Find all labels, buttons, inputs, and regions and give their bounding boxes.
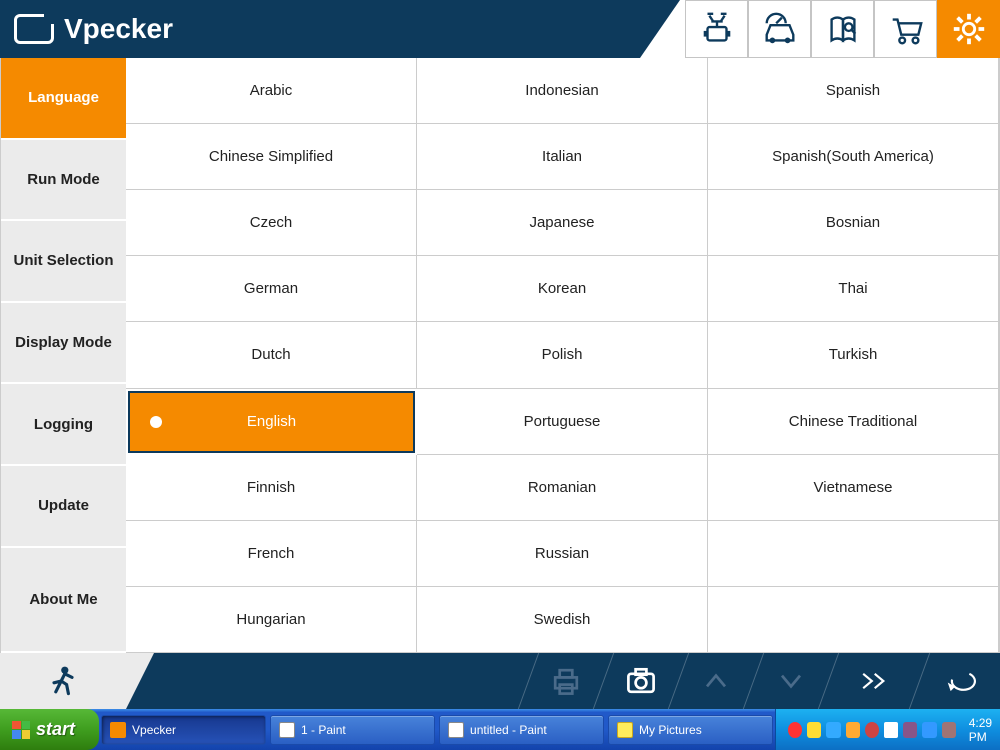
language-option[interactable]: Polish [417,322,708,388]
taskbar-item[interactable]: Vpecker [101,715,266,745]
tray-icon[interactable] [884,722,898,738]
language-option[interactable]: English [128,391,415,453]
language-option[interactable]: Romanian [417,455,708,521]
engine-icon [698,10,736,48]
back-button[interactable] [920,653,1000,709]
language-option[interactable]: Spanish [708,58,999,124]
language-option[interactable]: Vietnamese [708,455,999,521]
tray-icon[interactable] [826,722,840,738]
camera-icon [623,663,659,699]
settings-button[interactable] [937,0,1000,58]
language-option [708,521,999,587]
language-option[interactable]: Dutch [126,322,417,388]
double-chevron-right-icon [856,663,892,699]
sidebar-item-logging[interactable]: Logging [1,384,126,466]
tray-icon[interactable] [807,722,821,738]
sidebar-item-language[interactable]: Language [1,58,126,140]
settings-sidebar: Language Run Mode Unit Selection Display… [0,58,126,653]
sidebar-item-unitselection[interactable]: Unit Selection [1,221,126,303]
vpecker-icon [110,722,126,738]
language-option[interactable]: Chinese Traditional [708,389,999,455]
screenshot-button[interactable] [604,653,678,709]
language-option[interactable]: Indonesian [417,58,708,124]
language-option[interactable]: Bosnian [708,190,999,256]
app-footer [0,653,1000,709]
system-tray[interactable]: 4:29 PM [775,709,1000,750]
header-toolbar [685,0,1000,58]
pics-icon [617,722,633,738]
tray-icon[interactable] [846,722,860,738]
language-option[interactable]: Portuguese [417,389,708,455]
main-body: Language Run Mode Unit Selection Display… [0,58,1000,653]
brand-name: Vpecker [64,13,173,45]
taskbar-clock: 4:29 PM [969,716,1000,744]
language-option[interactable]: Arabic [126,58,417,124]
return-icon [942,663,978,699]
scroll-up-button[interactable] [679,653,753,709]
scroll-down-button[interactable] [754,653,828,709]
app-header: Vpecker [0,0,1000,58]
taskbar-item-label: My Pictures [639,723,702,737]
language-option[interactable]: French [126,521,417,587]
forward-button[interactable] [829,653,919,709]
language-option[interactable]: Spanish(South America) [708,124,999,190]
sidebar-item-update[interactable]: Update [1,466,126,548]
taskbar-item-label: Vpecker [132,723,176,737]
language-option[interactable]: Japanese [417,190,708,256]
language-option[interactable]: German [126,256,417,322]
cart-icon [887,10,925,48]
taskbar-item-label: untitled - Paint [470,723,547,737]
taskbar-item[interactable]: My Pictures [608,715,773,745]
vehicle-button[interactable] [748,0,811,58]
running-man-icon [45,663,81,699]
tray-icon[interactable] [865,722,879,738]
paint-icon [448,722,464,738]
chevron-up-icon [698,663,734,699]
windows-logo-icon [12,721,30,739]
diagnose-button[interactable] [685,0,748,58]
start-label: start [36,719,75,740]
language-option[interactable]: Finnish [126,455,417,521]
paint-icon [279,722,295,738]
exit-button[interactable] [0,653,126,709]
language-option[interactable]: Czech [126,190,417,256]
taskbar-item[interactable]: 1 - Paint [270,715,435,745]
language-option [708,587,999,653]
print-button[interactable] [529,653,603,709]
language-option[interactable]: Turkish [708,322,999,388]
book-icon [824,10,862,48]
chevron-down-icon [773,663,809,699]
language-option[interactable]: Hungarian [126,587,417,653]
sidebar-item-runmode[interactable]: Run Mode [1,140,126,222]
language-option[interactable]: Thai [708,256,999,322]
taskbar-item-label: 1 - Paint [301,723,346,737]
tray-icon[interactable] [903,722,917,738]
brand: Vpecker [0,13,173,45]
tray-icon[interactable] [922,722,936,738]
language-option[interactable]: Italian [417,124,708,190]
tray-icon[interactable] [788,722,802,738]
language-option[interactable]: Swedish [417,587,708,653]
manual-button[interactable] [811,0,874,58]
start-button[interactable]: start [0,709,99,750]
language-option[interactable]: Chinese Simplified [126,124,417,190]
language-option[interactable]: Korean [417,256,708,322]
store-button[interactable] [874,0,937,58]
language-grid: ArabicIndonesianSpanish Chinese Simplifie… [126,58,999,653]
windows-taskbar: start Vpecker 1 - Paint untitled - Paint My… [0,709,1000,750]
tray-icon[interactable] [942,722,956,738]
brand-logo-icon [14,14,54,44]
taskbar-item[interactable]: untitled - Paint [439,715,604,745]
sidebar-item-aboutme[interactable]: About Me [1,548,126,653]
sidebar-item-displaymode[interactable]: Display Mode [1,303,126,385]
printer-icon [548,663,584,699]
car-icon [761,10,799,48]
language-option[interactable]: Russian [417,521,708,587]
gear-icon [950,10,988,48]
